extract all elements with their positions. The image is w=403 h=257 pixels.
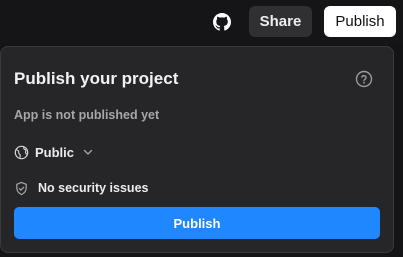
publish-header-button[interactable]: Publish	[324, 6, 396, 37]
chevron-down-icon	[83, 149, 93, 155]
publish-status-text: App is not published yet	[14, 108, 160, 122]
visibility-selected-value: Public	[35, 144, 75, 160]
question-circle-icon	[355, 70, 373, 88]
publish-button[interactable]: Publish	[14, 207, 380, 239]
github-button[interactable]	[208, 8, 236, 36]
help-button[interactable]	[355, 70, 373, 88]
visibility-dropdown[interactable]: Public	[14, 143, 94, 161]
shield-check-icon	[16, 181, 27, 195]
github-icon	[213, 13, 231, 31]
security-status: No security issues	[14, 179, 148, 197]
popover-title: Publish your project	[14, 69, 179, 88]
globe-icon	[14, 145, 29, 159]
share-button[interactable]: Share	[249, 6, 312, 37]
publish-popover: Publish your project App is not publishe…	[0, 46, 394, 253]
security-status-text: No security issues	[38, 181, 149, 195]
top-bar: Share Publish	[0, 0, 403, 44]
